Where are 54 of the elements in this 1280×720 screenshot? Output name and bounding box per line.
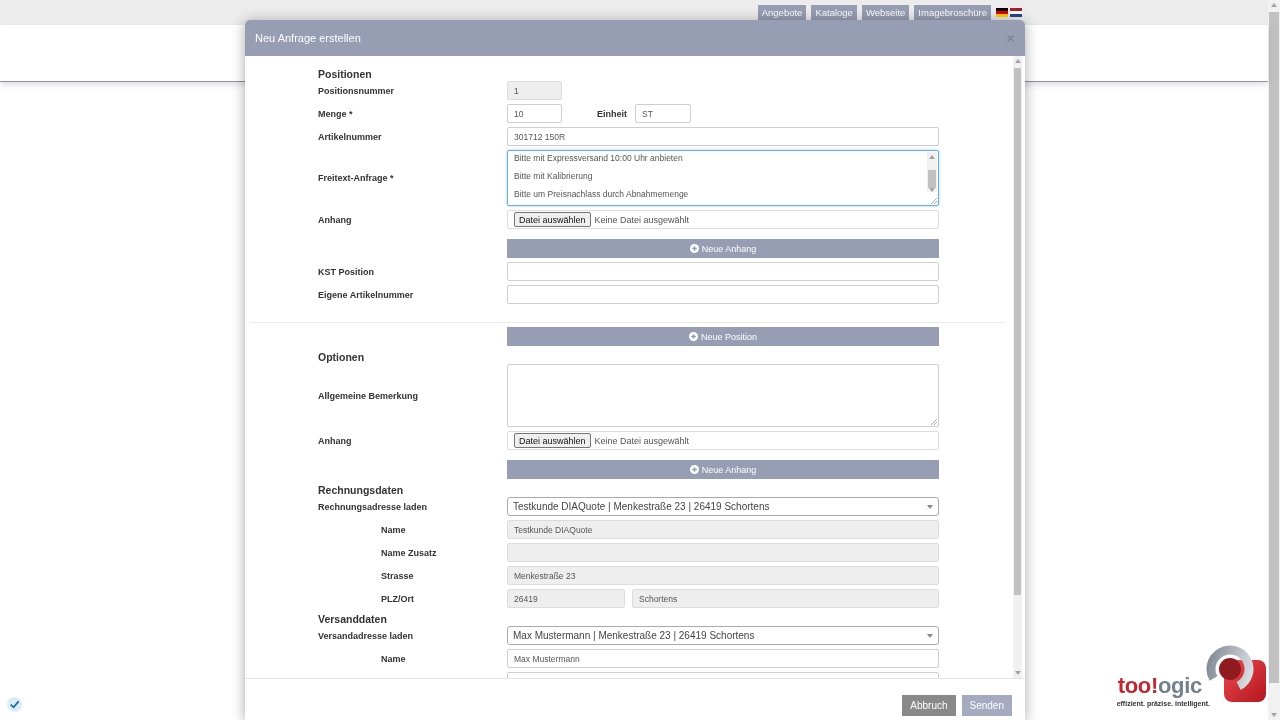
text-input[interactable]: 301712 150R — [507, 127, 939, 146]
text-input[interactable]: Max Mustermann — [507, 649, 939, 668]
field-label: Strasse — [381, 570, 414, 581]
resize-grip-icon[interactable] — [931, 419, 937, 425]
file-input-field[interactable]: Datei auswählen Keine Datei ausgewählt — [507, 210, 939, 229]
field-label: Name — [381, 653, 406, 664]
address-select[interactable]: Testkunde DIAQuote | Menkestraße 23 | 26419 Schortens — [507, 497, 939, 516]
field-label: Versandadresse laden — [318, 630, 414, 641]
close-icon[interactable] — [1007, 34, 1014, 42]
plus-circle-icon — [688, 332, 698, 341]
file-status-text: Keine Datei ausgewählt — [594, 214, 690, 225]
plus-circle-icon — [689, 244, 699, 253]
section-heading: Rechnungsdaten — [318, 483, 404, 497]
field-label: PLZ/Ort — [381, 593, 414, 604]
flag-icon[interactable] — [1010, 8, 1022, 17]
textarea-field[interactable]: Bitte mit Expressversand 10:00 Uhr anbieten Bitte mit Kalibrierung Bitte um Preisnachlass durch Abnahmemenge — [507, 150, 939, 206]
choose-file-button[interactable]: Datei auswählen — [514, 433, 591, 448]
section-heading: Versanddaten — [318, 612, 387, 626]
caret-icon — [927, 633, 933, 638]
cancel-button[interactable]: Abbruch — [902, 695, 956, 716]
file-input-field[interactable]: Datei auswählen Keine Datei ausgewählt — [507, 431, 939, 450]
caret-icon — [927, 504, 933, 509]
section-heading: Positionen — [318, 67, 372, 81]
scrollbar-drawing[interactable] — [1013, 56, 1022, 678]
check-badge-icon[interactable] — [7, 697, 22, 712]
text-input[interactable] — [507, 285, 939, 304]
field-label: Positionsnummer — [318, 85, 394, 96]
field-label: KST Position — [318, 266, 374, 277]
text-input[interactable] — [507, 262, 939, 281]
text-input[interactable]: ST — [635, 104, 691, 123]
plus-circle-icon — [689, 465, 699, 474]
field-label: Name — [381, 524, 406, 535]
field-label: Allgemeine Bemerkung — [318, 390, 419, 401]
flag-icon[interactable] — [996, 8, 1008, 17]
address-select[interactable]: Max Mustermann | Menkestraße 23 | 26419 Schortens — [507, 626, 939, 645]
field-label: Einheit — [597, 108, 627, 119]
choose-file-button[interactable]: Datei auswählen — [514, 212, 591, 227]
scrollbar-drawing[interactable] — [1268, 0, 1280, 720]
field-label: Name Zusatz — [381, 547, 437, 558]
scrollbar-drawing[interactable] — [927, 152, 937, 192]
field-label: Freitext-Anfrage * — [318, 173, 394, 183]
text-input[interactable]: 10 — [507, 104, 562, 123]
resize-grip-icon[interactable] — [931, 198, 937, 204]
field-label: Anhang — [318, 214, 352, 225]
file-status-text: Keine Datei ausgewählt — [594, 435, 690, 446]
logo-wordmark: too!ogic — [1117, 675, 1202, 697]
field-label: Menge * — [318, 108, 353, 119]
field-label: Anhang — [318, 435, 352, 446]
section-heading: Optionen — [318, 350, 365, 364]
field-label: Eigene Artikelnummer — [318, 289, 414, 300]
textarea-field[interactable] — [507, 364, 939, 427]
field-label: Artikelnummer — [318, 131, 382, 142]
field-label: Rechnungsadresse laden — [318, 501, 428, 512]
dialog-title: Neu Anfrage erstellen — [255, 32, 361, 44]
